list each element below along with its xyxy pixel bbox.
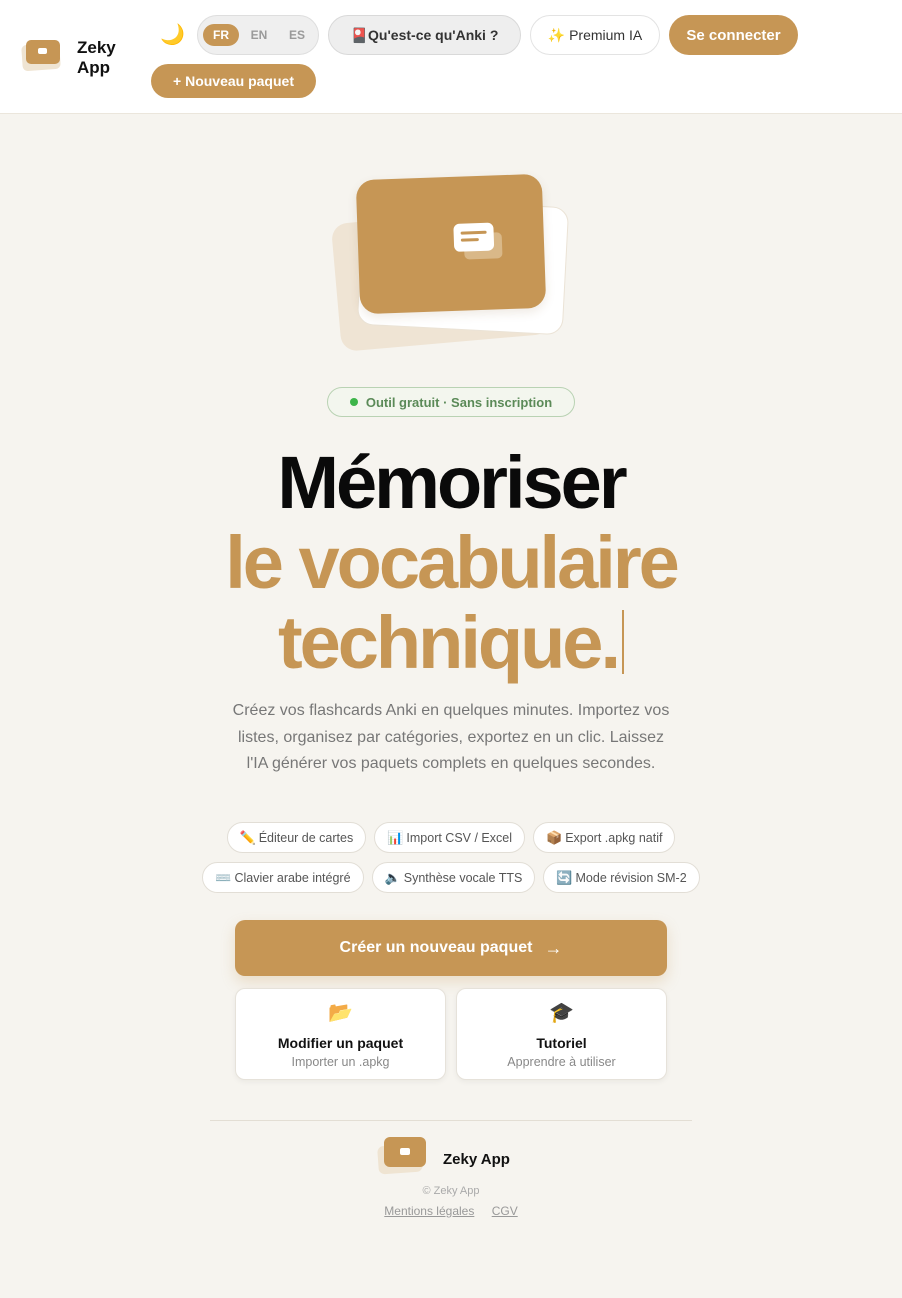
hero-title-line3-text: technique. — [277, 601, 621, 684]
footer-brand: Zeky App — [377, 1135, 528, 1175]
brand-logo-icon — [20, 36, 64, 72]
language-switcher: FR EN ES — [197, 15, 319, 55]
hero-title-line2: le vocabulaire — [225, 521, 680, 604]
tutorial-title: Tutoriel — [536, 1035, 587, 1051]
top-header: Zeky App 🌙 FR EN ES 🎴Qu'est-ce qu'Anki ?… — [0, 0, 902, 114]
feature-chips-row-1: ✏️ Éditeur de cartes 📊 Import CSV / Excel … — [0, 822, 902, 853]
lang-option-en[interactable]: EN — [241, 24, 277, 46]
lang-option-fr[interactable]: FR — [203, 24, 239, 46]
package-icon: 📦 — [546, 829, 563, 845]
legal-notice-link[interactable]: Mentions légales — [384, 1204, 474, 1218]
free-tool-badge: Outil gratuit · Sans inscription — [327, 387, 575, 417]
login-button[interactable]: Se connecter — [669, 15, 798, 55]
feature-chip-label: Import CSV / Excel — [406, 830, 512, 845]
flashcard-icon — [453, 222, 495, 252]
brand-name: Zeky App — [77, 38, 116, 77]
feature-chip-keyboard: ⌨️ Clavier arabe intégré — [202, 862, 364, 893]
status-dot-icon — [349, 398, 358, 406]
graduation-cap-icon: 🎓 — [549, 1002, 574, 1024]
feature-chip-export: 📦 Export .apkg natif — [533, 822, 676, 853]
new-deck-button[interactable]: + Nouveau paquet — [151, 64, 316, 98]
brand-link[interactable]: Zeky App — [20, 36, 116, 77]
pencil-icon: ✏️ — [239, 829, 256, 845]
premium-ai-button[interactable]: ✨ Premium IA — [530, 15, 660, 55]
feature-chip-review: 🔄 Mode révision SM-2 — [543, 862, 700, 893]
create-deck-button[interactable]: Créer un nouveau paquet → — [235, 920, 667, 976]
feature-chip-label: Synthèse vocale TTS — [403, 870, 523, 885]
tutorial-card[interactable]: 🎓 Tutoriel Apprendre à utiliser — [456, 988, 667, 1080]
lang-option-es[interactable]: ES — [279, 24, 315, 46]
footer-links: Mentions légales CGV — [0, 1204, 902, 1218]
edit-deck-subtitle: Importer un .apkg — [291, 1055, 390, 1069]
feature-chip-editor: ✏️ Éditeur de cartes — [226, 822, 367, 853]
hero-title-line1: Mémoriser — [277, 441, 627, 524]
feature-chip-tts: 🔈 Synthèse vocale TTS — [371, 862, 536, 893]
edit-deck-title: Modifier un paquet — [277, 1035, 404, 1051]
hero-subtitle: Créez vos flashcards Anki en quelques mi… — [232, 702, 670, 772]
badge-label: Outil gratuit · Sans inscription — [365, 394, 553, 410]
tutorial-subtitle: Apprendre à utiliser — [507, 1055, 616, 1069]
feature-chip-label: Éditeur de cartes — [258, 830, 354, 845]
folder-icon: 📂 — [328, 1002, 353, 1024]
feature-chips-row-2: ⌨️ Clavier arabe intégré 🔈 Synthèse vocale… — [0, 862, 902, 893]
typing-caret — [622, 610, 625, 674]
terms-link[interactable]: CGV — [492, 1204, 518, 1218]
speaker-icon: 🔈 — [384, 869, 401, 885]
chart-icon: 📊 — [387, 829, 404, 845]
footer-divider — [210, 1120, 692, 1121]
keyboard-icon: ⌨️ — [215, 869, 232, 885]
repeat-icon: 🔄 — [556, 869, 573, 885]
feature-chip-label: Export .apkg natif — [565, 830, 663, 845]
arrow-right-icon: → — [544, 937, 563, 958]
what-is-anki-button[interactable]: 🎴Qu'est-ce qu'Anki ? — [328, 15, 521, 55]
hero-cards-illustration — [330, 173, 575, 352]
hero-title-line3: technique. — [0, 604, 902, 682]
copyright-text: © Zeky App — [422, 1185, 480, 1197]
footer-logo-icon — [377, 1135, 430, 1175]
feature-chip-import: 📊 Import CSV / Excel — [374, 822, 525, 853]
edit-deck-card[interactable]: 📂 Modifier un paquet Importer un .apkg — [235, 988, 446, 1080]
footer-brand-name: Zeky App — [443, 1151, 510, 1168]
dark-mode-toggle-icon[interactable]: 🌙 — [160, 24, 185, 46]
feature-chip-label: Mode révision SM-2 — [575, 870, 687, 885]
feature-chip-label: Clavier arabe intégré — [234, 870, 351, 885]
create-deck-label: Créer un nouveau paquet — [339, 939, 533, 956]
